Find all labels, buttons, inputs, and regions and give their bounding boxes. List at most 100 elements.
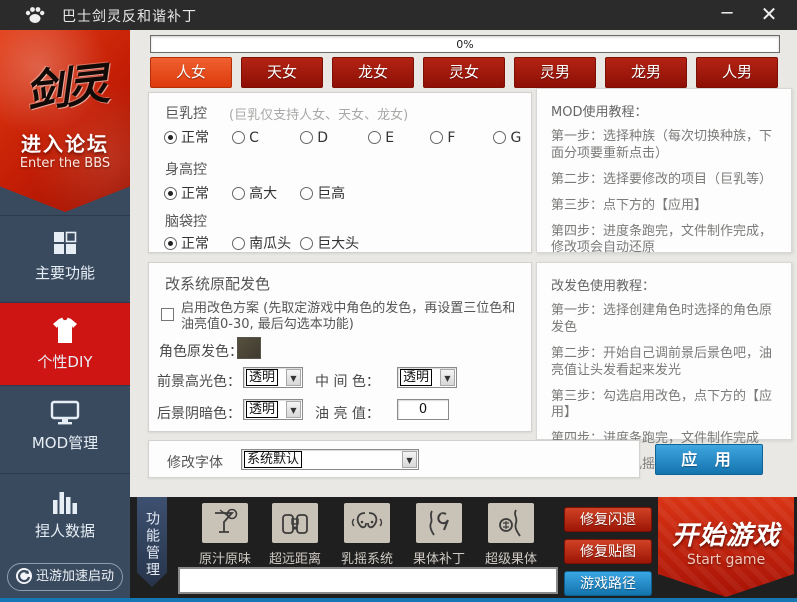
body-wrench-icon [416,503,462,543]
radio-bust-normal[interactable]: 正常 [164,127,227,147]
app-window: 巴士剑灵反和谐补丁 ─ ✕ 剑灵 进入论坛 Enter the BBS 主要功能 [0,0,797,602]
race-tab-yun-female[interactable]: 龙女 [332,57,414,88]
highlight-color-dropdown[interactable]: 透明 ▼ [243,367,303,388]
bounce-icon [344,503,390,543]
race-tab-lyn-female[interactable]: 灵女 [423,57,505,88]
monitor-icon [50,400,80,426]
font-label: 修改字体 [167,455,223,471]
tshirt-icon [50,317,80,345]
original-color-label: 角色原发色： [159,344,243,360]
color-guide-step: 第二步：开始自己调前景后景色吧，油亮值让头发看起来发光 [551,345,773,378]
radio-bust-f[interactable]: F [430,127,488,146]
start-game-button[interactable]: 开始游戏 Start game [658,497,794,597]
radio-dot [430,131,444,144]
game-path-button[interactable]: 游戏路径 [564,571,652,596]
radio-dot [493,131,507,144]
radio-height-tall[interactable]: 高大 [232,183,295,203]
mod-guide-step: 第三步：点下方的【应用】 [551,197,708,213]
feature-bounce-system[interactable]: 乳摇系统 [334,503,400,567]
feature-original-flavor[interactable]: 原汁原味 [192,503,258,567]
sidebar-item-label: MOD管理 [31,434,99,452]
font-dropdown[interactable]: 系统默认 ▼ [241,449,419,470]
enable-recolor-label: 启用改色方案 (先取定游戏中角色的发色，再设置三位色和油亮值0-30, 最后勾选… [181,301,516,333]
radio-dot [164,187,177,200]
start-game-subtitle: Start game [686,552,766,568]
accelerator-label: 迅游加速启动 [35,569,114,584]
progress-bar: 0% [150,35,780,53]
head-section-title: 脑袋控 [165,214,207,230]
fix-texture-button[interactable]: 修复贴图 [564,539,652,564]
original-color-swatch[interactable] [237,337,261,359]
start-game-title: 开始游戏 [671,521,780,551]
close-button[interactable]: ✕ [749,0,789,30]
font-panel: 修改字体 系统默认 ▼ [148,440,640,478]
feature-nude-patch[interactable]: 果体补丁 [406,503,472,567]
main-content: 0% 人女 天女 龙女 灵女 灵男 龙男 人男 巨乳控 (巨乳仅支持人女、天女、… [130,30,797,497]
sidebar-item-diy[interactable]: 个性DIY [0,302,130,385]
feature-far-distance[interactable]: 超远距离 [262,503,328,567]
function-manager-ribbon[interactable]: 功能管理 [137,497,167,587]
chevron-down-icon: ▼ [286,369,301,386]
feature-label: 乳摇系统 [340,552,393,567]
race-tab-yun-male[interactable]: 龙男 [605,57,687,88]
bns-calligraphy-logo: 剑灵 [23,58,108,119]
radio-dot [232,237,246,250]
xunyou-accelerator-button[interactable]: 迅游加速启动 [7,563,123,591]
radio-dot [368,131,382,144]
cocktail-icon [202,503,248,543]
radio-height-giant[interactable]: 巨高 [300,183,363,203]
feature-label: 超级果体 [484,552,537,567]
color-guide-title: 改发色使用教程： [551,279,656,294]
radio-head-pumpkin[interactable]: 南瓜头 [232,233,295,253]
feature-super-nude[interactable]: 超级果体 [478,503,544,567]
mod-guide-step: 第四步：进度条跑完，文件制作完成，修改项会自动还原 [551,223,773,256]
shadow-color-dropdown[interactable]: 透明 ▼ [243,399,303,420]
radio-dot [232,131,246,144]
progress-value: 0% [456,38,474,51]
enter-forum-label: 进入论坛 [21,132,109,156]
fix-crash-button[interactable]: 修复闪退 [564,507,652,532]
sidebar-item-label: 个性DIY [37,353,93,371]
paw-logo-icon [24,4,46,26]
feature-label: 超远距离 [268,552,321,567]
titlebar: 巴士剑灵反和谐补丁 ─ ✕ [0,0,797,30]
minimize-button[interactable]: ─ [707,0,747,30]
radio-height-normal[interactable]: 正常 [164,183,227,203]
body-tweaks-panel: 巨乳控 (巨乳仅支持人女、天女、龙女) 正常 C D E F G 身高控 正常 … [148,92,532,253]
dropdown-value: 透明 [246,401,279,418]
forum-banner[interactable]: 剑灵 进入论坛 Enter the BBS [0,30,130,212]
mod-guide-step: 第二步：选择要修改的项目（巨乳等） [551,171,773,187]
color-guide-step: 第三步：勾选启用改色，点下方的【应用】 [551,388,773,421]
game-path-input[interactable] [178,567,558,594]
dropdown-value: 透明 [246,369,279,386]
apply-button[interactable]: 应 用 [655,444,763,475]
window-title: 巴士剑灵反和谐补丁 [62,9,197,25]
mod-guide-step: 第一步：选择种族（每次切换种族，下面分项要重新点击） [551,129,773,161]
race-tab-human-male[interactable]: 人男 [696,57,778,88]
gloss-value-label: 油 亮 值： [315,406,380,422]
radio-head-huge[interactable]: 巨大头 [300,233,363,253]
dropdown-value: 系统默认 [244,451,303,468]
radio-dot [300,237,314,250]
gloss-value-input[interactable] [397,399,449,420]
race-tab-kun-female[interactable]: 天女 [241,57,323,88]
enable-recolor-checkbox[interactable] [161,308,174,321]
super-body-icon [488,503,534,543]
chevron-down-icon: ▼ [402,451,417,468]
height-radio-group: 正常 高大 巨高 [164,183,363,203]
radio-head-normal[interactable]: 正常 [164,233,227,253]
sidebar-item-main-functions[interactable]: 主要功能 [0,215,130,302]
radio-bust-c[interactable]: C [232,127,295,146]
radio-bust-d[interactable]: D [300,127,363,146]
sidebar-item-character-data[interactable]: 捏人数据 [0,473,130,558]
chevron-down-icon: ▼ [286,401,301,418]
radio-bust-e[interactable]: E [368,127,425,146]
race-tab-lyn-male[interactable]: 灵男 [514,57,596,88]
race-tab-human-female[interactable]: 人女 [150,57,232,88]
head-radio-group: 正常 南瓜头 巨大头 [164,233,363,253]
sidebar-item-label: 主要功能 [34,264,95,282]
radio-dot [164,237,177,250]
mid-color-dropdown[interactable]: 透明 ▼ [397,367,457,388]
sidebar-item-mod-manager[interactable]: MOD管理 [0,385,130,473]
sidebar: 剑灵 进入论坛 Enter the BBS 主要功能 个性DIY MOD管理 捏… [0,30,130,602]
